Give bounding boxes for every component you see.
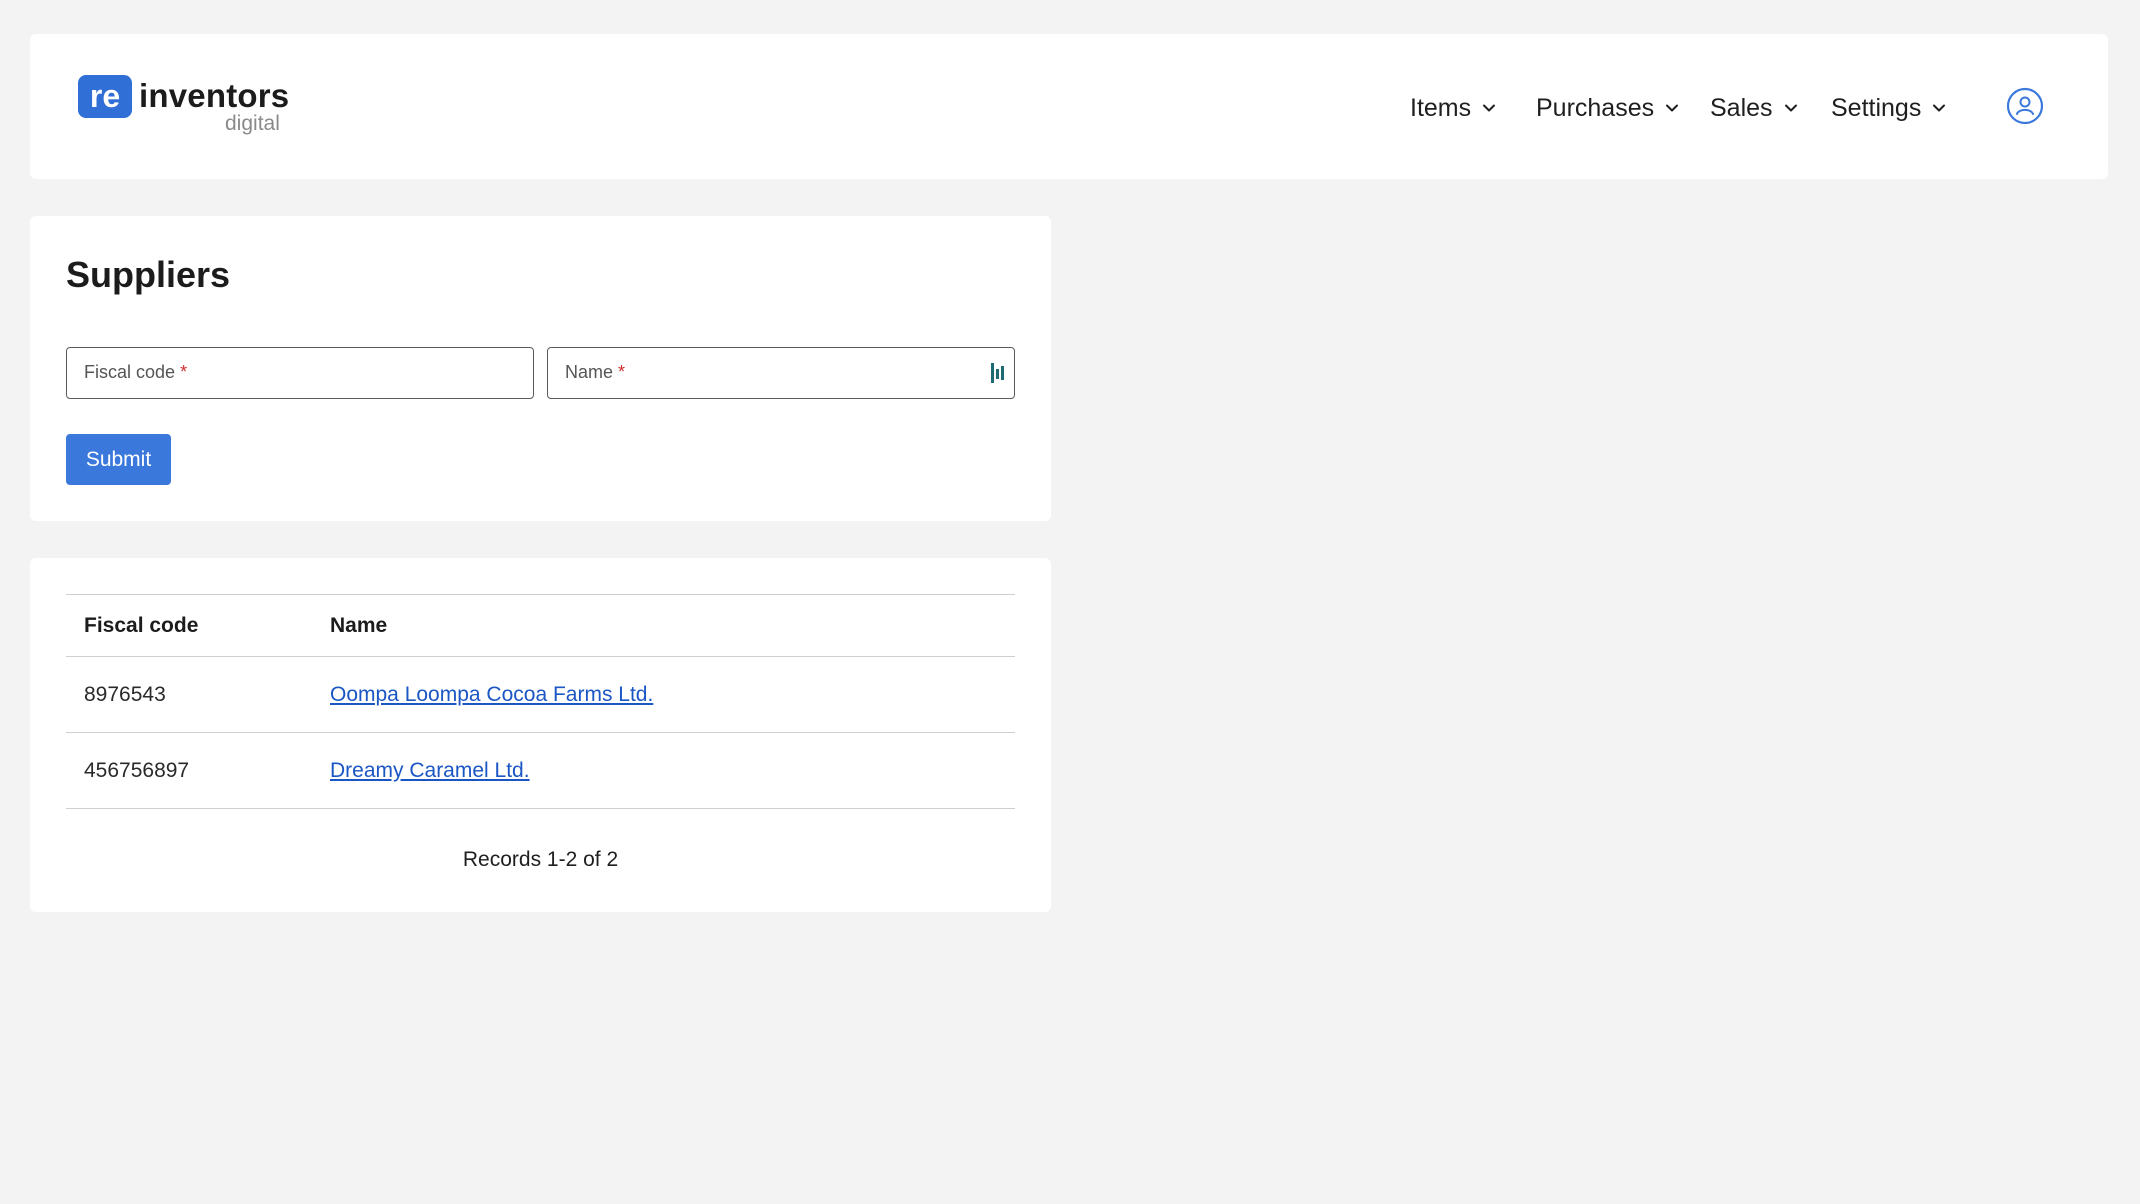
fiscal-code-field[interactable]: Fiscal code *	[66, 347, 534, 399]
password-manager-icon[interactable]	[989, 362, 1007, 384]
user-menu-button[interactable]	[2006, 87, 2044, 125]
logo-wordmark: inventors	[139, 77, 290, 114]
nav-items-label: Items	[1410, 93, 1472, 122]
fiscal-code-cell: 456756897	[84, 758, 190, 782]
nav-sales-label: Sales	[1710, 93, 1773, 122]
nav-items[interactable]: Items	[1410, 92, 1497, 124]
nav-purchases-label: Purchases	[1536, 93, 1655, 122]
table-row: 8976543 Oompa Loompa Cocoa Farms Ltd.	[66, 657, 1015, 733]
supplier-form-card: Suppliers Fiscal code * Name * Submit	[30, 216, 1051, 521]
top-header: re inventors digital Items Purchases Sal…	[30, 34, 2108, 179]
table-row: 456756897 Dreamy Caramel Ltd.	[66, 733, 1015, 809]
logo-badge: re	[78, 75, 132, 118]
logo[interactable]: re inventors digital	[78, 75, 298, 139]
name-input[interactable]	[548, 348, 1014, 398]
chevron-down-icon	[1784, 104, 1797, 112]
name-cell: Dreamy Caramel Ltd.	[330, 733, 1015, 809]
suppliers-table: Fiscal code Name 8976543 Oompa Loompa Co…	[66, 594, 1015, 809]
chevron-down-icon	[1933, 104, 1946, 112]
nav-settings[interactable]: Settings	[1831, 92, 1947, 124]
nav-settings-label: Settings	[1831, 93, 1922, 122]
submit-button[interactable]: Submit	[66, 434, 171, 485]
nav-purchases[interactable]: Purchases	[1536, 92, 1680, 124]
column-header-name: Name	[330, 613, 388, 637]
table-header-row: Fiscal code Name	[66, 594, 1015, 657]
records-count: Records 1-2 of 2	[462, 848, 619, 871]
fiscal-code-cell: 8976543	[84, 682, 166, 706]
name-cell: Oompa Loompa Cocoa Farms Ltd.	[330, 657, 1015, 733]
supplier-link[interactable]: Oompa Loompa Cocoa Farms Ltd.	[330, 683, 653, 706]
chevron-down-icon	[1666, 104, 1679, 112]
fiscal-code-input[interactable]	[67, 348, 533, 398]
page-title: Suppliers	[66, 254, 231, 295]
user-circle-icon	[2006, 87, 2044, 125]
nav-sales[interactable]: Sales	[1710, 92, 1799, 124]
name-field[interactable]: Name *	[547, 347, 1015, 399]
column-header-fiscal-code: Fiscal code	[84, 613, 199, 637]
supplier-link[interactable]: Dreamy Caramel Ltd.	[330, 759, 530, 782]
logo-subtitle: digital	[225, 112, 280, 135]
suppliers-table-card: Fiscal code Name 8976543 Oompa Loompa Co…	[30, 558, 1051, 912]
chevron-down-icon	[1483, 104, 1496, 112]
